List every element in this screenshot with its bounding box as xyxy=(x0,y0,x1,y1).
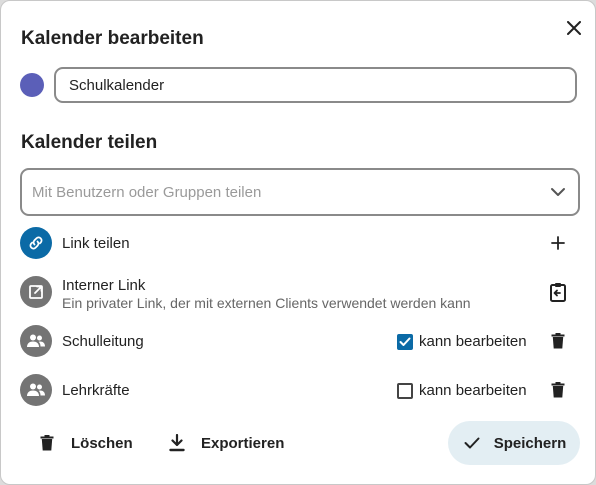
share-name: Lehrkräfte xyxy=(62,382,130,399)
open-in-new-icon xyxy=(20,276,52,308)
delete-icon xyxy=(37,433,57,453)
delete-calendar-label: Löschen xyxy=(71,434,133,452)
can-edit-checkbox[interactable] xyxy=(397,383,413,399)
share-row-schulleitung: Schulleitung kann bearbeiten xyxy=(20,324,580,358)
save-button[interactable]: Speichern xyxy=(448,421,580,465)
edit-calendar-dialog: Kalender bearbeiten Kalender teilen Mit … xyxy=(0,0,596,485)
copy-internal-link-button[interactable] xyxy=(547,281,569,303)
add-share-link-button[interactable] xyxy=(547,232,569,254)
internal-link-row: Interner Link Ein privater Link, der mit… xyxy=(20,275,580,311)
dialog-title: Kalender bearbeiten xyxy=(21,28,204,49)
clipboard-icon xyxy=(550,283,566,302)
group-icon xyxy=(20,374,52,406)
can-edit-label: kann bearbeiten xyxy=(419,333,527,350)
share-link-row: Link teilen xyxy=(20,226,580,260)
close-icon xyxy=(567,21,581,35)
can-edit-label: kann bearbeiten xyxy=(419,382,527,399)
download-icon xyxy=(167,433,187,453)
delete-icon xyxy=(551,382,565,398)
delete-share-button[interactable] xyxy=(547,379,569,401)
group-icon xyxy=(20,325,52,357)
plus-icon xyxy=(551,236,565,250)
share-search-placeholder: Mit Benutzern oder Gruppen teilen xyxy=(32,184,262,201)
share-name: Schulleitung xyxy=(62,333,144,350)
checkmark-icon xyxy=(462,433,482,453)
save-label: Speichern xyxy=(493,434,567,452)
link-icon xyxy=(20,227,52,259)
calendar-color-picker[interactable] xyxy=(20,73,44,97)
share-section-title: Kalender teilen xyxy=(21,132,158,153)
share-row-lehrkraefte: Lehrkräfte kann bearbeiten xyxy=(20,373,580,407)
internal-link-title: Interner Link xyxy=(62,277,146,294)
checkmark-icon xyxy=(399,337,411,346)
close-button[interactable] xyxy=(562,16,586,40)
delete-icon xyxy=(551,333,565,349)
delete-share-button[interactable] xyxy=(547,330,569,352)
calendar-name-input[interactable] xyxy=(54,67,577,103)
export-calendar-label: Exportieren xyxy=(201,434,285,452)
share-search-select[interactable]: Mit Benutzern oder Gruppen teilen xyxy=(20,168,580,216)
share-link-label: Link teilen xyxy=(62,235,130,252)
chevron-down-icon xyxy=(551,188,565,196)
can-edit-checkbox[interactable] xyxy=(397,334,413,350)
internal-link-subtitle: Ein privater Link, der mit externen Clie… xyxy=(62,295,471,311)
delete-calendar-button[interactable]: Löschen xyxy=(37,421,133,465)
export-calendar-button[interactable]: Exportieren xyxy=(167,421,284,465)
